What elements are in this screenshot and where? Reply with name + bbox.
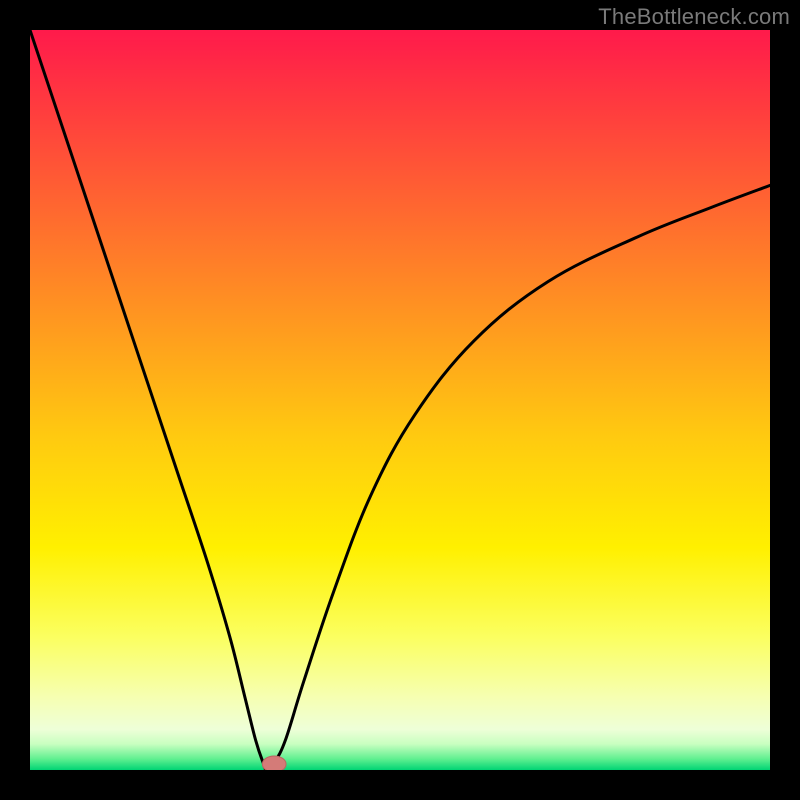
watermark-text: TheBottleneck.com (598, 4, 790, 30)
minimum-marker (262, 756, 286, 770)
gradient-background (30, 30, 770, 770)
bottleneck-chart (30, 30, 770, 770)
plot-area (30, 30, 770, 770)
chart-frame: TheBottleneck.com (0, 0, 800, 800)
